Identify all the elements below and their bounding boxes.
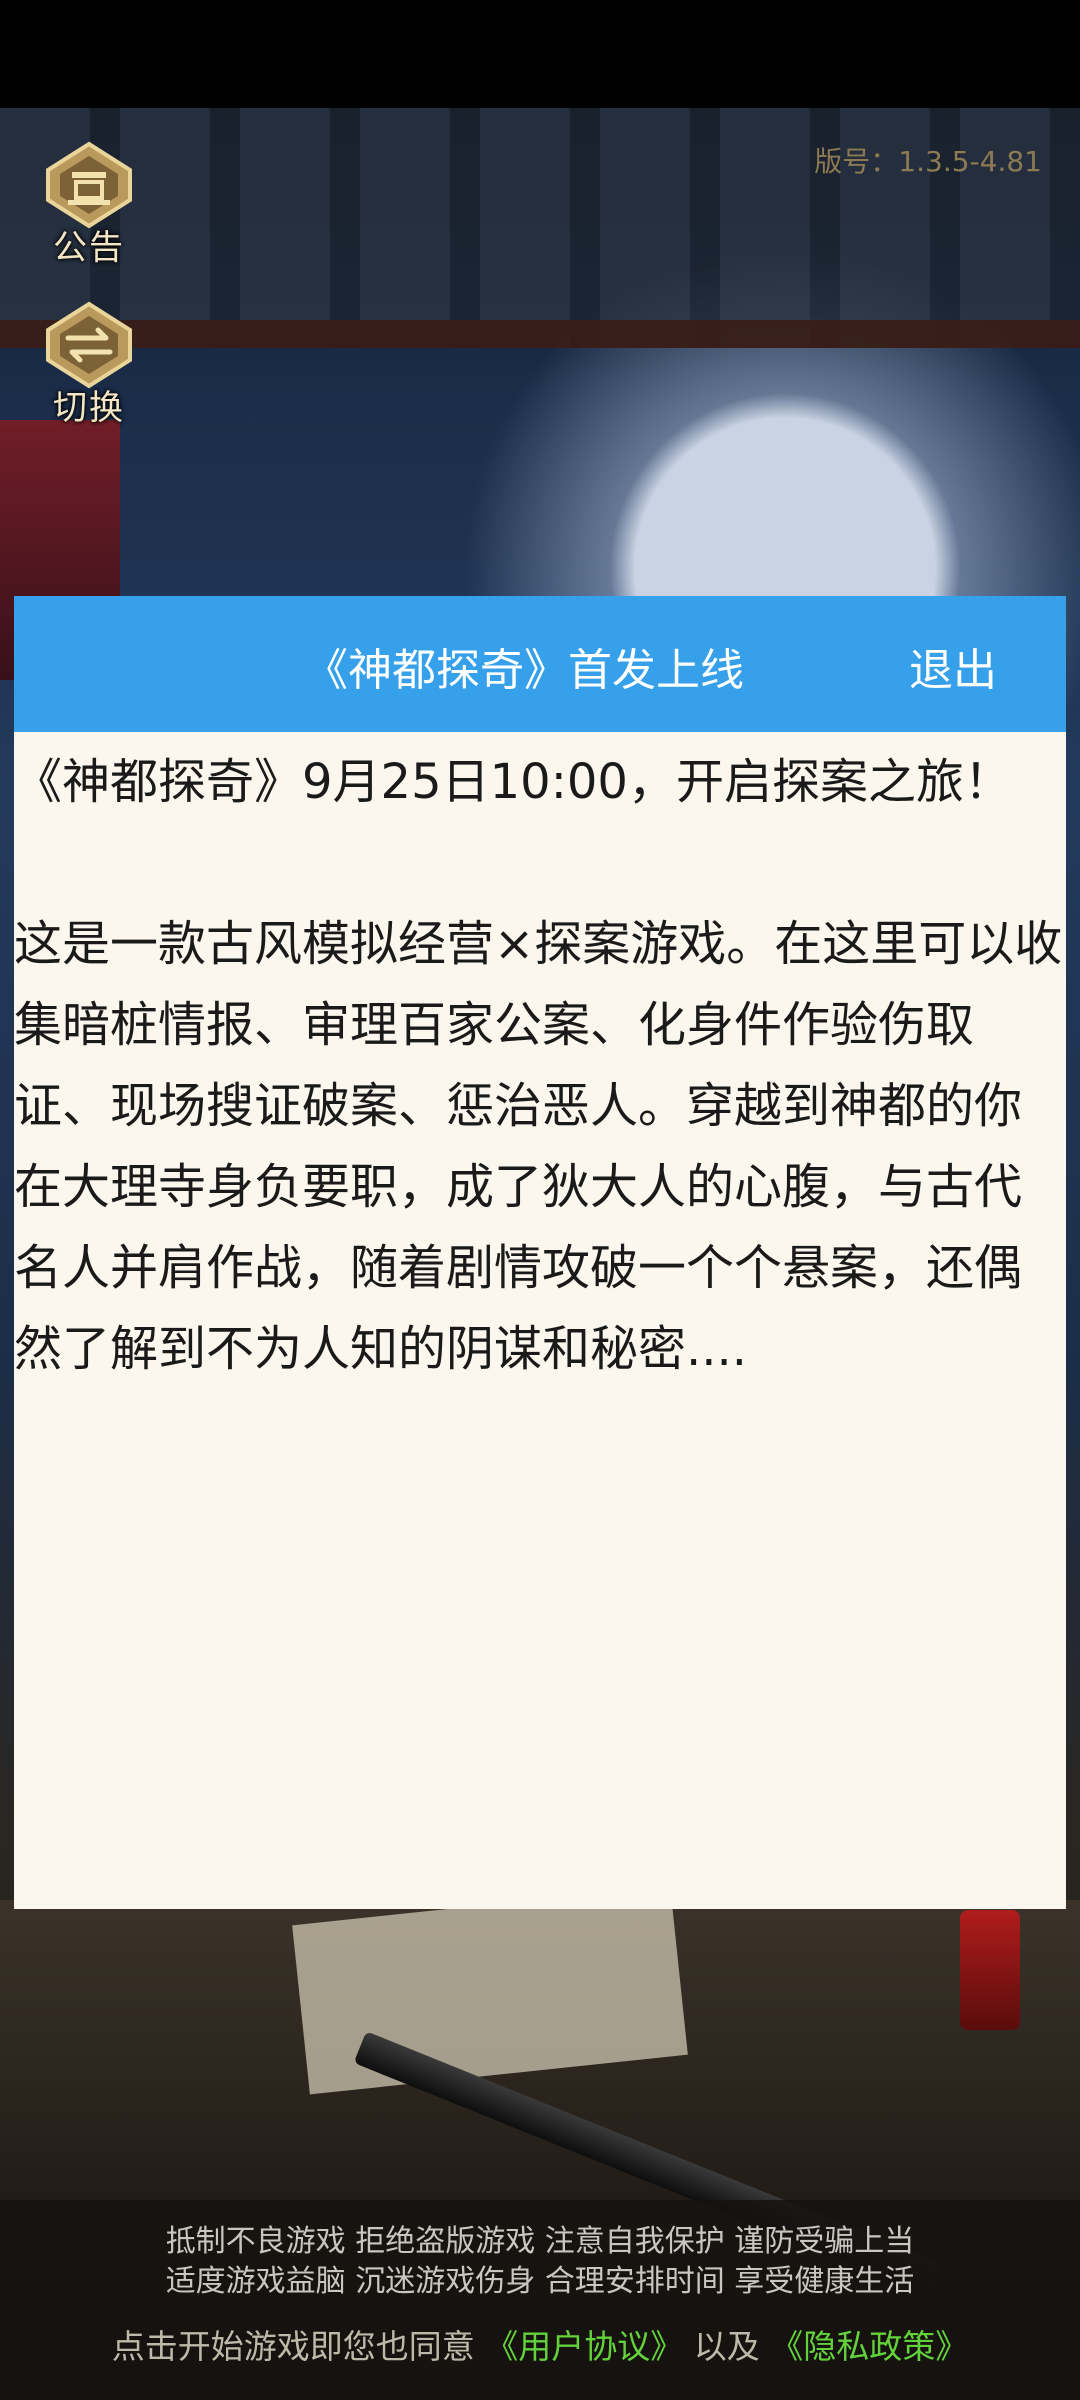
paragraph-spacer xyxy=(14,823,1064,904)
tassel-decoration xyxy=(960,1910,1020,2030)
user-agreement-link[interactable]: 《用户协议》 xyxy=(485,2327,683,2366)
switch-button[interactable]: 切换 xyxy=(30,300,148,430)
privacy-policy-link[interactable]: 《隐私政策》 xyxy=(770,2327,968,2366)
agreement-prefix: 点击开始游戏即您也同意 xyxy=(111,2327,475,2366)
agreement-line: 点击开始游戏即您也同意 《用户协议》 以及 《隐私政策》 xyxy=(0,2320,1080,2368)
warning-line-2: 适度游戏益脑 沉迷游戏伤身 合理安排时间 享受健康生活 xyxy=(165,2264,915,2299)
dialog-header: 《神都探奇》首发上线 退出 xyxy=(14,596,1066,732)
dialog-body: 《神都探奇》9月25日10:00，开启探案之旅！ 这是一款古风模拟经营×探案游戏… xyxy=(14,742,1064,1390)
announcement-paragraph-1: 《神都探奇》9月25日10:00，开启探案之旅！ xyxy=(14,754,1012,810)
exit-button[interactable]: 退出 xyxy=(909,634,997,698)
warning-line-1: 抵制不良游戏 拒绝盗版游戏 注意自我保护 谨防受骗上当 xyxy=(165,2224,915,2259)
dialog-title: 《神都探奇》首发上线 xyxy=(304,645,744,696)
announcement-paragraph-2: 这是一款古风模拟经营×探案游戏。在这里可以收集暗桩情报、审理百家公案、化身件作验… xyxy=(14,916,1063,1377)
notice-icon xyxy=(44,140,134,230)
notice-button[interactable]: 公告 xyxy=(30,140,148,270)
agreement-connector: 以及 xyxy=(693,2327,760,2366)
switch-icon xyxy=(44,300,134,390)
beam-decoration xyxy=(0,320,1080,348)
announcement-dialog: 《神都探奇》首发上线 退出 《神都探奇》9月25日10:00，开启探案之旅！ 这… xyxy=(14,596,1066,1909)
version-label: 版号：1.3.5-4.81 xyxy=(814,145,1042,178)
health-warning: 抵制不良游戏 拒绝盗版游戏 注意自我保护 谨防受骗上当 适度游戏益脑 沉迷游戏伤… xyxy=(0,2222,1080,2302)
status-bar xyxy=(0,0,1080,108)
